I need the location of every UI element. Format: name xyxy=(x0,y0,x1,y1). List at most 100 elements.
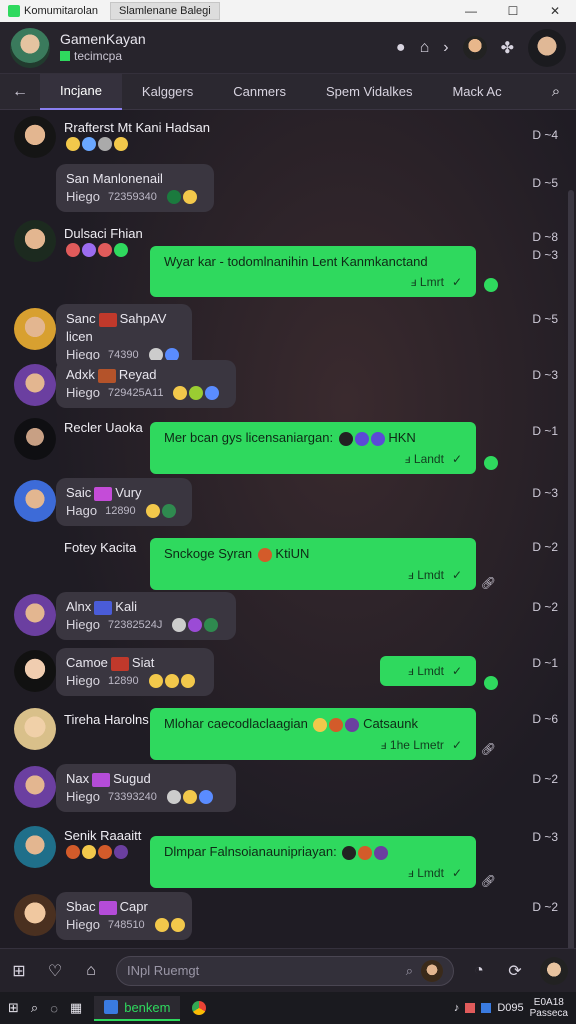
message-bubble[interactable]: Mer bcan gys licensaniargan: HKN ⅎ Landt… xyxy=(150,422,476,474)
sound-icon[interactable]: ♪ xyxy=(454,1002,460,1014)
minimize-button[interactable]: — xyxy=(450,4,492,18)
avatar[interactable] xyxy=(14,766,56,808)
sender-name: Tireha Harolns xyxy=(64,712,149,727)
user-card[interactable]: Saic Vury Hago 12890 xyxy=(56,478,192,526)
heart-icon[interactable]: ♡ xyxy=(44,961,66,981)
user-card[interactable]: Nax Sugud Hiego 73393240 xyxy=(56,764,236,812)
composer-avatar[interactable] xyxy=(421,959,443,982)
message-bubble[interactable]: Mlohar caecodlaclaagian Catsaunk ⅎ 1he L… xyxy=(150,708,476,760)
self-avatar[interactable] xyxy=(540,956,568,985)
tab-mack-ac[interactable]: Mack Ac xyxy=(432,74,521,110)
message-bubble[interactable]: Wyar kar - todomlnanihin Lent Kanmkancta… xyxy=(150,246,476,297)
avatar[interactable] xyxy=(14,594,56,636)
grid-icon xyxy=(60,51,70,61)
message-bubble[interactable]: Snckoge Syran KtiUN ⅎ Lmdt ✓ xyxy=(150,538,476,590)
taskbar-app-label: benkem xyxy=(124,999,171,1015)
avatar[interactable] xyxy=(14,418,56,460)
search-icon[interactable]: ⌕ xyxy=(31,1000,38,1016)
tab-canmers[interactable]: Canmers xyxy=(213,74,306,110)
grid-menu-icon[interactable]: ⊞ xyxy=(8,961,30,981)
message-meta: D ~3 xyxy=(532,368,558,382)
avatar[interactable] xyxy=(14,220,56,262)
tray-icon[interactable] xyxy=(481,1003,492,1013)
card-title: Saic xyxy=(66,485,92,500)
window-tab-primary[interactable]: Komumitarolan xyxy=(0,0,104,22)
user-avatar-small[interactable] xyxy=(462,35,487,60)
card-number: 729425A11 xyxy=(107,387,164,399)
avatar[interactable] xyxy=(14,364,56,406)
chat-icon[interactable]: ◌ xyxy=(50,1001,58,1016)
chat-feed[interactable]: Rrafterst Mt Kani Hadsan D ~4 San Manlon… xyxy=(0,110,576,948)
back-arrow-icon[interactable]: ← xyxy=(0,83,40,101)
maximize-button[interactable]: ☐ xyxy=(492,4,534,18)
tab-incjane[interactable]: Incjane xyxy=(40,73,122,110)
info-icon[interactable]: ● xyxy=(396,39,406,57)
link-icon[interactable]: 🔗︎ xyxy=(481,742,496,756)
search-icon[interactable]: ⌕ xyxy=(536,83,576,100)
user-card[interactable]: Camoe Siat Hiego 12890 xyxy=(56,648,214,696)
sender-name: Rrafterst Mt Kani Hadsan xyxy=(64,120,210,135)
user-card[interactable]: Adxk Reyad Hiego 729425A11 xyxy=(56,360,236,408)
card-badge: Siat xyxy=(131,655,155,670)
read-check-icon: ✓ xyxy=(451,737,462,752)
avatar[interactable] xyxy=(14,894,56,936)
close-button[interactable]: ✕ xyxy=(534,4,576,18)
browser-icon[interactable] xyxy=(192,1001,207,1015)
calendar-icon[interactable]: ▦ xyxy=(70,1000,82,1016)
card-badge: Kali xyxy=(115,599,137,614)
link-icon[interactable]: 🔗︎ xyxy=(481,576,496,590)
message-meta: D ~2 xyxy=(532,600,558,614)
avatar[interactable] xyxy=(14,116,56,158)
app-icon xyxy=(8,5,20,17)
user-card[interactable]: Alnx Kali Hiego 72382524J xyxy=(56,592,236,640)
forward-icon[interactable]: › xyxy=(443,39,448,57)
search-icon[interactable]: ⌕ xyxy=(406,963,413,979)
message-meta: D ~8 xyxy=(532,230,558,244)
profile-avatar[interactable] xyxy=(528,28,566,67)
message-meta: D ~2 xyxy=(532,900,558,914)
card-title: Adxk xyxy=(66,367,95,382)
message-bubble[interactable]: ⅎ Lmdt ✓ xyxy=(380,656,476,686)
window-titlebar: Komumitarolan Slamlenane Balegi — ☐ ✕ xyxy=(0,0,576,22)
avatar[interactable] xyxy=(14,826,56,868)
message-status: ⅎ Lmdt xyxy=(408,865,444,880)
home-icon[interactable]: ⌂ xyxy=(80,962,102,980)
message-text: Wyar kar - todomlnanihin Lent Kanmkancta… xyxy=(164,254,428,269)
refresh-icon[interactable]: ⟳ xyxy=(504,961,526,981)
chat-subtitle: tecimcpa xyxy=(74,48,123,63)
gallery-icon[interactable]: ⌂ xyxy=(420,39,430,57)
window-tab-title: Komumitarolan xyxy=(24,5,98,17)
user-card[interactable]: San Manlonenail Hiego 72359340 xyxy=(56,164,214,212)
reaction-icons xyxy=(148,674,195,688)
delivered-icon xyxy=(484,278,498,292)
tab-kalggers[interactable]: Kalggers xyxy=(122,74,213,110)
user-card[interactable]: Sbac Capr Hiego 748510 xyxy=(56,892,192,940)
message-tail: Catsaunk xyxy=(363,716,418,731)
sticker-icon[interactable]: ◔ xyxy=(468,962,490,980)
avatar[interactable] xyxy=(14,708,56,750)
settings-icon[interactable]: ✤ xyxy=(501,38,514,58)
tray-icon[interactable] xyxy=(465,1003,476,1013)
clock[interactable]: E0A18 Passeca xyxy=(530,997,568,1019)
group-avatar[interactable] xyxy=(10,27,50,68)
card-title: Nax xyxy=(66,771,90,786)
message-text: Mer bcan gys licensaniargan: xyxy=(164,430,334,445)
message-status: ⅎ 1he Lmetr xyxy=(380,737,444,752)
taskbar-app-button[interactable]: benkem xyxy=(94,995,181,1021)
tab-spem-vidalkes[interactable]: Spem Vidalkes xyxy=(306,74,432,110)
message-bubble[interactable]: Dlmpar Falnsoianaunipriayan: ⅎ Lmdt ✓ xyxy=(150,836,476,888)
card-title: San Manlonenail xyxy=(66,171,163,186)
reaction-icons xyxy=(313,717,360,732)
avatar[interactable] xyxy=(14,308,56,350)
card-badge: Reyad xyxy=(118,367,157,382)
card-label: Hiego xyxy=(66,789,100,804)
start-icon[interactable]: ⊞ xyxy=(8,1000,19,1016)
scrollbar[interactable] xyxy=(568,190,574,948)
message-input[interactable]: INpl Ruemgt ⌕ xyxy=(116,955,454,986)
link-icon[interactable]: 🔗︎ xyxy=(481,874,496,888)
avatar[interactable] xyxy=(14,650,56,692)
message-status: ⅎ Lmrt xyxy=(410,275,444,289)
card-badge: Vury xyxy=(115,485,142,500)
avatar[interactable] xyxy=(14,480,56,522)
window-tab-secondary[interactable]: Slamlenane Balegi xyxy=(109,2,220,20)
